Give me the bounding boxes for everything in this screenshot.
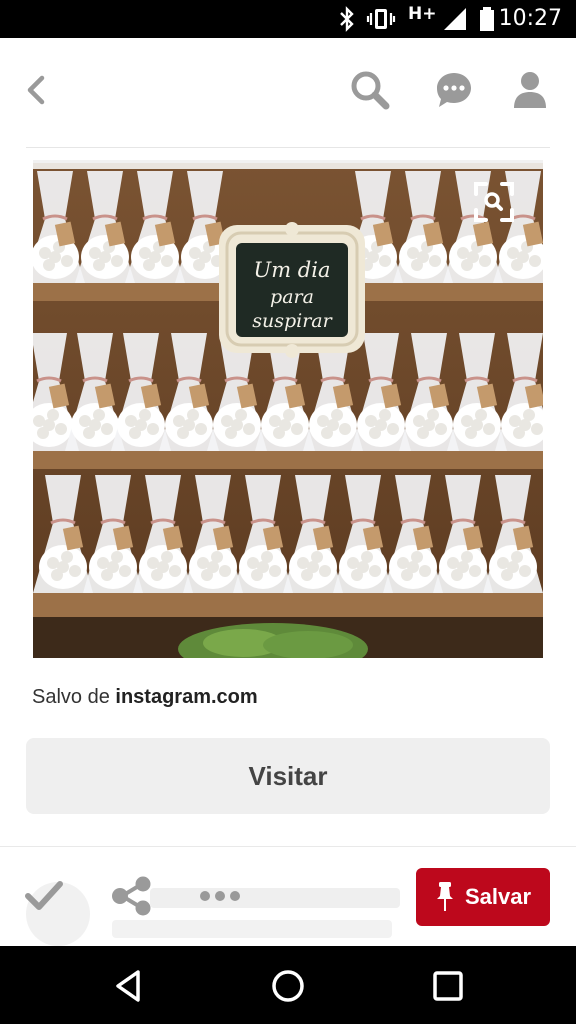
pin-image[interactable]: Um dia para suspirar <box>33 160 543 658</box>
system-nav-bar <box>0 946 576 1024</box>
blurred-text-line <box>150 888 400 908</box>
shelf-bottom <box>33 593 543 617</box>
more-options-button[interactable] <box>198 886 242 906</box>
visual-search-button[interactable] <box>473 181 515 223</box>
clock: 10:27 <box>498 6 562 31</box>
search-button[interactable] <box>346 66 394 114</box>
pin-action-bar: Salvar <box>0 848 576 946</box>
back-button[interactable] <box>12 66 60 114</box>
status-bar: H+ 10:27 <box>0 0 576 38</box>
blurred-text-line <box>112 920 392 938</box>
visual-search-icon <box>474 182 514 222</box>
bluetooth-icon <box>340 6 354 32</box>
source-domain[interactable]: instagram.com <box>115 686 257 708</box>
search-icon <box>351 71 390 110</box>
checkmark-icon <box>25 881 63 910</box>
back-arrow-icon <box>27 75 45 105</box>
more-dots-icon <box>200 891 240 901</box>
profile-icon <box>514 72 546 108</box>
vibrate-icon <box>366 9 396 29</box>
profile-button[interactable] <box>506 66 554 114</box>
actions-divider <box>0 846 576 847</box>
home-circle-icon <box>272 970 304 1002</box>
messages-button[interactable] <box>430 66 478 114</box>
save-button-label: Salvar <box>464 884 532 909</box>
source-prefix: Salvo de <box>32 686 110 708</box>
shelf-middle <box>33 451 543 469</box>
share-icon <box>112 876 151 916</box>
sign-line-1: Um dia <box>254 258 331 282</box>
chat-bubble-icon <box>437 73 471 107</box>
battery-icon <box>480 7 494 31</box>
visit-button[interactable]: Visitar <box>26 738 550 814</box>
network-type: H+ <box>408 4 437 24</box>
back-triangle-icon <box>116 970 140 1002</box>
sign-line-2: para <box>270 286 314 308</box>
nav-recents-button[interactable] <box>426 964 470 1008</box>
header-divider <box>26 147 550 148</box>
pin-icon <box>436 882 453 911</box>
pin-photo: Um dia para suspirar <box>33 163 543 658</box>
signal-icon <box>444 8 466 30</box>
pin-source: Salvo de instagram.com <box>32 686 258 709</box>
nav-home-button[interactable] <box>266 964 310 1008</box>
tried-it-button[interactable] <box>24 878 64 914</box>
top-toolbar <box>0 38 576 146</box>
save-button[interactable]: Salvar <box>416 868 550 926</box>
nav-back-button[interactable] <box>106 964 150 1008</box>
recents-square-icon <box>433 971 463 1001</box>
share-button[interactable] <box>110 876 154 916</box>
chalkboard-sign: Um dia para suspirar <box>219 222 365 358</box>
sign-line-3: suspirar <box>252 310 333 332</box>
